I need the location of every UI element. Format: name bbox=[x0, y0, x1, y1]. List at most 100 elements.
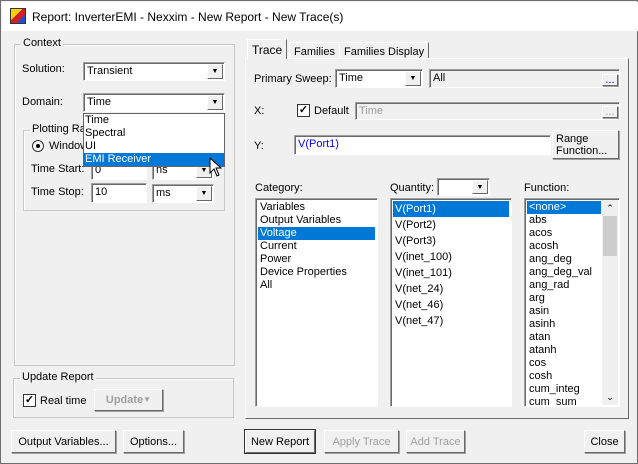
window-radio[interactable]: Window bbox=[32, 140, 88, 152]
range-function-label: Range Function... bbox=[556, 132, 608, 157]
tab-families-display-label: Families Display bbox=[344, 46, 425, 58]
chevron-down-icon[interactable]: ▼ bbox=[405, 71, 421, 86]
x-value: Time bbox=[359, 105, 384, 117]
category-label: Category: bbox=[255, 182, 303, 194]
function-item[interactable]: ang_deg_val bbox=[527, 266, 601, 279]
function-item[interactable]: atan bbox=[527, 331, 601, 344]
scroll-thumb[interactable] bbox=[603, 216, 617, 256]
tab-trace[interactable]: Trace bbox=[247, 39, 288, 59]
quantity-item[interactable]: V(net_46) bbox=[393, 297, 509, 313]
function-item[interactable]: ang_rad bbox=[527, 279, 601, 292]
domain-option-time[interactable]: Time bbox=[84, 114, 224, 127]
quantity-item[interactable]: V(net_24) bbox=[393, 281, 509, 297]
y-label: Y: bbox=[254, 140, 264, 152]
function-item[interactable]: cos bbox=[527, 357, 601, 370]
chevron-down-icon[interactable]: ▼ bbox=[196, 186, 212, 201]
scroll-down-icon[interactable]: ⌄ bbox=[602, 389, 618, 405]
chevron-down-icon[interactable]: ▼ bbox=[472, 180, 488, 194]
mouse-cursor-icon bbox=[209, 157, 223, 177]
primary-sweep-select[interactable]: Time ▼ bbox=[335, 69, 423, 88]
domain-select[interactable]: Time ▼ bbox=[83, 93, 225, 112]
quantity-filter-select[interactable]: ▼ bbox=[437, 178, 490, 196]
time-stop-unit-select[interactable]: ms ▼ bbox=[152, 184, 214, 203]
sweep-range-ellipsis-button[interactable]: ... bbox=[602, 74, 618, 86]
solution-value: Transient bbox=[87, 65, 133, 77]
category-item[interactable]: Current bbox=[258, 240, 375, 253]
y-expression-input[interactable]: V(Port1) bbox=[294, 135, 551, 155]
window-title: Report: InverterEMI - Nexxim - New Repor… bbox=[32, 10, 344, 24]
tab-families[interactable]: Families bbox=[289, 42, 340, 59]
category-item[interactable]: Voltage bbox=[258, 227, 375, 240]
update-report-label: Update Report bbox=[20, 371, 96, 383]
function-item[interactable]: arg bbox=[527, 292, 601, 305]
default-checkbox[interactable]: ✓ bbox=[297, 104, 310, 117]
range-function-button[interactable]: Range Function... bbox=[552, 130, 619, 159]
quantity-item[interactable]: V(inet_100) bbox=[393, 249, 509, 265]
scroll-up-icon[interactable]: ⌃ bbox=[602, 200, 618, 216]
chevron-down-icon: ▼ bbox=[143, 395, 152, 404]
category-item[interactable]: Output Variables bbox=[258, 214, 375, 227]
domain-dropdown-list: Time Spectral UI EMI Receiver bbox=[83, 113, 225, 167]
function-item[interactable]: cosh bbox=[527, 370, 601, 383]
function-item[interactable]: cum_sum bbox=[527, 396, 601, 406]
tab-families-label: Families bbox=[294, 46, 335, 58]
chevron-down-icon[interactable]: ▼ bbox=[207, 95, 223, 110]
function-item[interactable]: abs bbox=[527, 214, 601, 227]
radio-selected-icon bbox=[32, 140, 44, 152]
function-item[interactable]: cum_integ bbox=[527, 383, 601, 396]
title-bar: Report: InverterEMI - Nexxim - New Repor… bbox=[2, 2, 638, 31]
domain-option-spectral[interactable]: Spectral bbox=[84, 127, 224, 140]
function-list-scrollbar[interactable]: ⌃ ⌄ bbox=[602, 200, 618, 405]
tab-trace-label: Trace bbox=[252, 43, 283, 57]
category-item[interactable]: Power bbox=[258, 253, 375, 266]
quantity-item[interactable]: V(inet_101) bbox=[393, 265, 509, 281]
context-label: Context bbox=[21, 37, 63, 49]
x-label: X: bbox=[254, 105, 265, 117]
realtime-label: Real time bbox=[40, 395, 87, 407]
apply-trace-button[interactable]: Apply Trace bbox=[324, 430, 399, 453]
time-stop-unit-value: ms bbox=[156, 187, 171, 199]
quantity-item[interactable]: V(net_47) bbox=[393, 313, 509, 329]
tab-families-display[interactable]: Families Display bbox=[339, 42, 430, 59]
quantity-item[interactable]: V(Port1) bbox=[393, 201, 509, 217]
update-button[interactable]: Update ▼ bbox=[94, 389, 163, 411]
quantity-item[interactable]: V(Port2) bbox=[393, 217, 509, 233]
quantity-label: Quantity: bbox=[390, 182, 435, 194]
x-ellipsis-button[interactable]: ... bbox=[602, 106, 618, 118]
function-label: Function: bbox=[524, 182, 570, 194]
close-button[interactable]: Close bbox=[584, 430, 625, 453]
function-item[interactable]: <none> bbox=[527, 201, 601, 214]
add-trace-button[interactable]: Add Trace bbox=[406, 430, 465, 453]
function-item[interactable]: acosh bbox=[527, 240, 601, 253]
app-icon bbox=[10, 8, 26, 24]
category-item[interactable]: Variables bbox=[258, 201, 375, 214]
primary-sweep-value: Time bbox=[339, 72, 364, 84]
function-item[interactable]: acos bbox=[527, 227, 601, 240]
new-report-button[interactable]: New Report bbox=[244, 429, 316, 454]
quantity-item[interactable]: V(Port3) bbox=[393, 233, 509, 249]
update-button-label: Update bbox=[105, 394, 144, 406]
chevron-down-icon[interactable]: ▼ bbox=[207, 64, 223, 79]
function-item[interactable]: atanh bbox=[527, 344, 601, 357]
sweep-range-field: All bbox=[429, 69, 620, 88]
function-item[interactable]: ang_deg bbox=[527, 253, 601, 266]
category-item[interactable]: All bbox=[258, 279, 375, 292]
realtime-checkbox[interactable]: ✓ bbox=[23, 394, 36, 407]
options-button[interactable]: Options... bbox=[123, 430, 184, 453]
output-variables-button[interactable]: Output Variables... bbox=[11, 430, 116, 453]
category-list[interactable]: Variables Output Variables Voltage Current P… bbox=[255, 198, 378, 407]
domain-label: Domain: bbox=[22, 96, 63, 108]
domain-value: Time bbox=[87, 96, 112, 108]
primary-sweep-label: Primary Sweep: bbox=[254, 73, 332, 85]
solution-select[interactable]: Transient ▼ bbox=[83, 62, 225, 81]
domain-option-ui[interactable]: UI bbox=[84, 140, 224, 153]
solution-label: Solution: bbox=[22, 63, 65, 75]
function-item[interactable]: asin bbox=[527, 305, 601, 318]
category-item[interactable]: Device Properties bbox=[258, 266, 375, 279]
time-stop-input[interactable]: 10 bbox=[91, 183, 147, 203]
function-item[interactable]: asinh bbox=[527, 318, 601, 331]
time-stop-label: Time Stop: bbox=[31, 186, 84, 198]
quantity-list[interactable]: V(Port1) V(Port2) V(Port3) V(inet_100) V(ine… bbox=[390, 198, 512, 407]
time-start-label: Time Start: bbox=[31, 163, 85, 175]
domain-option-emi-receiver[interactable]: EMI Receiver bbox=[84, 153, 224, 166]
